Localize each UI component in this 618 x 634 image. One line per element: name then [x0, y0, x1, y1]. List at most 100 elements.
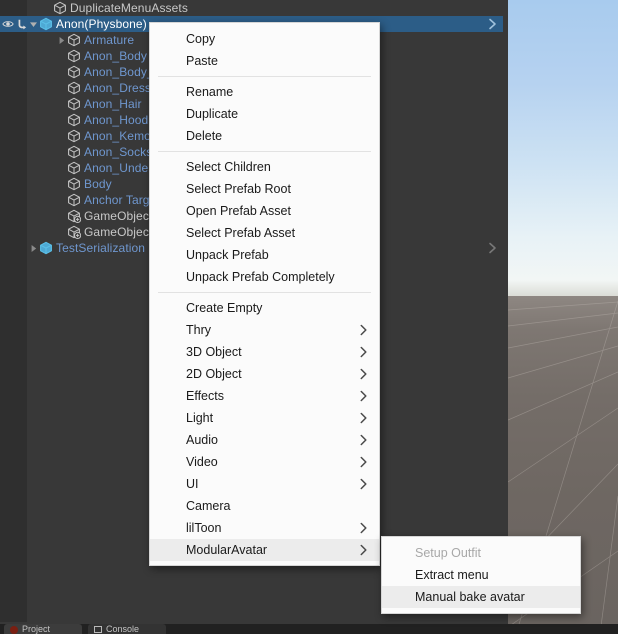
menu-item-camera[interactable]: Camera	[150, 495, 379, 517]
tab-console[interactable]: Console	[88, 624, 166, 634]
bottom-gutter	[0, 612, 27, 622]
chevron-right-icon	[359, 390, 368, 402]
menu-separator	[158, 151, 371, 152]
menu-item-paste[interactable]: Paste	[150, 50, 379, 72]
menu-item-label: Video	[186, 455, 218, 469]
menu-item-manual-bake-avatar[interactable]: Manual bake avatar	[382, 586, 580, 608]
menu-item-duplicate[interactable]: Duplicate	[150, 103, 379, 125]
cube-icon	[67, 177, 81, 191]
menu-item-delete[interactable]: Delete	[150, 125, 379, 147]
hierarchy-row-label: Anon_Dress	[84, 81, 152, 95]
menu-item-label: Audio	[186, 433, 218, 447]
chevron-right-icon	[359, 478, 368, 490]
menu-item-video[interactable]: Video	[150, 451, 379, 473]
hierarchy-row[interactable]: DuplicateMenuAssets	[0, 0, 503, 16]
menu-item-label: Select Children	[186, 160, 271, 174]
row-overflow-chevron-icon[interactable]	[487, 242, 498, 254]
menu-item-label: Copy	[186, 32, 216, 46]
menu-item-copy[interactable]: Copy	[150, 28, 379, 50]
chevron-right-icon	[359, 368, 368, 380]
menu-item-label: Unpack Prefab	[186, 248, 269, 262]
menu-item-label: lilToon	[186, 521, 222, 535]
menu-item-label: Delete	[186, 129, 223, 143]
twisty-right-icon[interactable]	[55, 34, 67, 46]
project-icon	[10, 626, 18, 634]
twisty-right-icon[interactable]	[27, 242, 39, 254]
menu-item-label: Create Empty	[186, 301, 263, 315]
menu-item-select-prefab-asset[interactable]: Select Prefab Asset	[150, 222, 379, 244]
chevron-right-icon	[359, 522, 368, 534]
menu-item-unpack-prefab-completely[interactable]: Unpack Prefab Completely	[150, 266, 379, 288]
hierarchy-row-label: GameObject	[84, 225, 153, 239]
menu-item-effects[interactable]: Effects	[150, 385, 379, 407]
menu-item-select-prefab-root[interactable]: Select Prefab Root	[150, 178, 379, 200]
menu-item-setup-outfit: Setup Outfit	[382, 542, 580, 564]
hierarchy-row-label: Anon_Hoodie	[84, 113, 158, 127]
hand-pick-icon[interactable]	[16, 18, 28, 30]
chevron-right-icon	[359, 456, 368, 468]
menu-item-2d-object[interactable]: 2D Object	[150, 363, 379, 385]
hierarchy-row-label: DuplicateMenuAssets	[70, 1, 188, 15]
hierarchy-row-label: GameObject	[84, 209, 153, 223]
menu-item-modularavatar[interactable]: ModularAvatar	[150, 539, 379, 561]
twisty-spacer	[55, 50, 67, 62]
eye-icon[interactable]	[2, 18, 14, 30]
context-menu[interactable]: Copy Paste Rename Duplicate Delete Select Chi…	[149, 22, 380, 566]
hierarchy-row-label: Anon_Body	[84, 49, 147, 63]
unity-editor-window: DuplicateMenuAssets Anon(Physbone) Armatur…	[0, 0, 618, 634]
menu-item-open-prefab-asset[interactable]: Open Prefab Asset	[150, 200, 379, 222]
menu-item-label: UI	[186, 477, 199, 491]
menu-item-rename[interactable]: Rename	[150, 81, 379, 103]
menu-item-select-children[interactable]: Select Children	[150, 156, 379, 178]
prefab-cube-icon	[53, 1, 67, 15]
modular-avatar-submenu[interactable]: Setup Outfit Extract menu Manual bake avat…	[381, 536, 581, 614]
menu-item-audio[interactable]: Audio	[150, 429, 379, 451]
prefab-cube-blue-icon	[39, 241, 53, 255]
menu-item-label: Extract menu	[415, 568, 489, 582]
menu-item-3d-object[interactable]: 3D Object	[150, 341, 379, 363]
row-visibility-controls[interactable]	[2, 17, 28, 31]
tab-project[interactable]: Project	[4, 624, 82, 634]
menu-item-label: Camera	[186, 499, 231, 513]
chevron-right-icon	[359, 544, 368, 556]
menu-item-create-empty[interactable]: Create Empty	[150, 297, 379, 319]
menu-item-light[interactable]: Light	[150, 407, 379, 429]
hierarchy-row-label: TestSerialization	[56, 241, 146, 255]
menu-item-liltoon[interactable]: lilToon	[150, 517, 379, 539]
menu-item-label: ModularAvatar	[186, 543, 268, 557]
menu-item-extract-menu[interactable]: Extract menu	[382, 564, 580, 586]
twisty-down-icon[interactable]	[27, 18, 39, 30]
twisty-spacer	[55, 226, 67, 238]
cube-icon	[67, 145, 81, 159]
menu-item-label: Setup Outfit	[415, 546, 482, 560]
menu-item-unpack-prefab[interactable]: Unpack Prefab	[150, 244, 379, 266]
twisty-spacer	[55, 162, 67, 174]
chevron-right-icon	[359, 324, 368, 336]
row-overflow-chevron-icon[interactable]	[487, 18, 498, 30]
twisty-spacer	[55, 114, 67, 126]
menu-item-label: Select Prefab Root	[186, 182, 291, 196]
bottom-tab-bar[interactable]: Project Console	[0, 624, 618, 634]
prefab-variant-cube-icon	[67, 225, 82, 239]
menu-item-label: Open Prefab Asset	[186, 204, 291, 218]
cube-icon	[67, 49, 81, 63]
tab-console-label: Console	[106, 624, 140, 634]
cube-icon	[67, 193, 81, 207]
cube-icon	[67, 97, 81, 111]
twisty-spacer	[55, 82, 67, 94]
menu-item-label: Duplicate	[186, 107, 239, 121]
menu-item-thry[interactable]: Thry	[150, 319, 379, 341]
menu-item-label: Effects	[186, 389, 224, 403]
cube-icon	[67, 65, 81, 79]
menu-item-label: Manual bake avatar	[415, 590, 525, 604]
menu-item-label: Thry	[186, 323, 211, 337]
hierarchy-row-label: Anon(Physbone)	[56, 17, 147, 31]
menu-item-label: Unpack Prefab Completely	[186, 270, 335, 284]
hierarchy-row-label: Body	[84, 177, 112, 191]
menu-item-ui[interactable]: UI	[150, 473, 379, 495]
prefab-variant-cube-icon	[67, 209, 82, 223]
menu-separator	[158, 76, 371, 77]
tab-project-label: Project	[22, 624, 51, 634]
prefab-cube-blue-icon	[39, 17, 53, 31]
cube-icon	[67, 113, 81, 127]
